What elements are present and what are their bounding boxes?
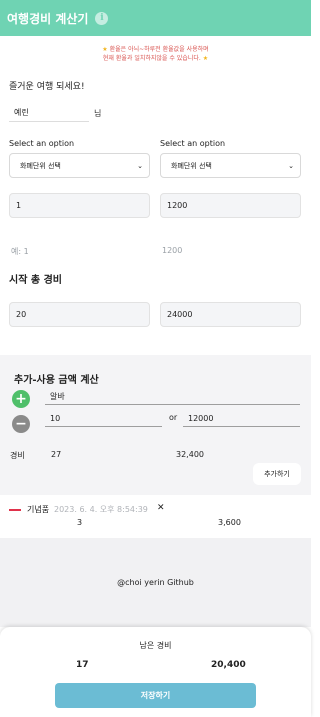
expense-dash-icon bbox=[9, 509, 21, 511]
add-button[interactable]: 추가하기 bbox=[253, 463, 301, 485]
calc-result-right: 32,400 bbox=[176, 450, 204, 459]
name-suffix: 님 bbox=[94, 108, 102, 118]
remaining-panel: 남은 경비 17 20,400 저장하기 bbox=[0, 627, 311, 717]
record-amount-left: 3 bbox=[77, 518, 83, 527]
star-icon: ★ bbox=[202, 55, 209, 62]
save-button[interactable]: 저장하기 bbox=[55, 683, 256, 708]
currency-select-right[interactable]: 화폐단위 선택 ⌄ bbox=[160, 153, 301, 178]
remaining-right: 20,400 bbox=[211, 660, 246, 670]
rate-input-left[interactable]: 1 bbox=[9, 193, 150, 218]
record-name: 기념품 bbox=[27, 505, 50, 514]
minus-circle-icon[interactable]: − bbox=[12, 415, 30, 433]
remaining-left: 17 bbox=[76, 660, 89, 670]
name-row: 님 bbox=[9, 104, 311, 122]
start-budget-right[interactable]: 24000 bbox=[160, 302, 301, 327]
github-credit-link[interactable]: @choi yerin Github bbox=[117, 578, 194, 587]
calc-result-left: 27 bbox=[51, 450, 62, 459]
record-time: 2023. 6. 4. 오후 8:54:39 bbox=[54, 505, 148, 514]
example-right: 1200 bbox=[162, 246, 183, 255]
currency-select-label-left: Select an option bbox=[9, 139, 75, 148]
greeting-text: 즐거운 여행 되세요! bbox=[9, 82, 85, 92]
chevron-down-icon: ⌄ bbox=[137, 161, 143, 170]
currency-select-value-left: 화폐단위 선택 bbox=[20, 161, 61, 170]
start-budget-left[interactable]: 20 bbox=[9, 302, 150, 327]
add-use-calculator: 추가-사용 금액 계산 + − 알바 10 or 12000 경비 27 32,… bbox=[0, 355, 311, 495]
name-input[interactable] bbox=[9, 104, 89, 122]
calc-result-label: 경비 bbox=[10, 451, 25, 460]
currency-select-value-right: 화폐단위 선택 bbox=[171, 161, 212, 170]
chevron-down-icon: ⌄ bbox=[288, 161, 294, 170]
footer: @choi yerin Github bbox=[0, 538, 311, 627]
calc-amount-left[interactable]: 10 bbox=[45, 410, 162, 427]
plus-circle-icon[interactable]: + bbox=[12, 390, 30, 408]
calc-or-label: or bbox=[169, 413, 178, 422]
app-header: 여행경비 계산기 i bbox=[0, 0, 311, 36]
currency-select-label-right: Select an option bbox=[160, 139, 226, 148]
record-amount-right: 3,600 bbox=[218, 518, 241, 527]
close-icon[interactable]: ✕ bbox=[157, 503, 165, 513]
exchange-rate-notice: ★ 환율은 아늬~하루전 환율값을 사용하며 현재 환율과 일치하지않을 수 있… bbox=[0, 45, 311, 63]
currency-select-row: Select an option 화폐단위 선택 ⌄ Select an opt… bbox=[0, 139, 311, 178]
remaining-label: 남은 경비 bbox=[139, 641, 172, 650]
notice-line-1: 환율은 아늬~하루전 환율값을 사용하며 bbox=[109, 46, 209, 53]
calc-title: 추가-사용 금액 계산 bbox=[14, 375, 99, 386]
currency-select-left[interactable]: 화폐단위 선택 ⌄ bbox=[9, 153, 150, 178]
app-title: 여행경비 계산기 bbox=[7, 11, 89, 26]
info-icon[interactable]: i bbox=[95, 11, 109, 25]
rate-row: 1 1200 bbox=[0, 193, 311, 218]
rate-input-right[interactable]: 1200 bbox=[160, 193, 301, 218]
notice-line-2: 현재 환율과 일치하지않을 수 있습니다. bbox=[102, 55, 201, 62]
star-icon: ★ bbox=[102, 46, 108, 53]
example-row: 예: 1 1200 bbox=[0, 246, 311, 257]
calc-item-input[interactable]: 알바 bbox=[45, 388, 300, 405]
example-left: 예: 1 bbox=[11, 247, 29, 256]
expense-record: 기념품 2023. 6. 4. 오후 8:54:39 ✕ 3 3,600 bbox=[0, 500, 311, 538]
calc-amount-right[interactable]: 12000 bbox=[183, 410, 300, 427]
start-budget-row: 20 24000 bbox=[0, 302, 311, 327]
start-budget-title: 시작 총 경비 bbox=[9, 275, 62, 286]
